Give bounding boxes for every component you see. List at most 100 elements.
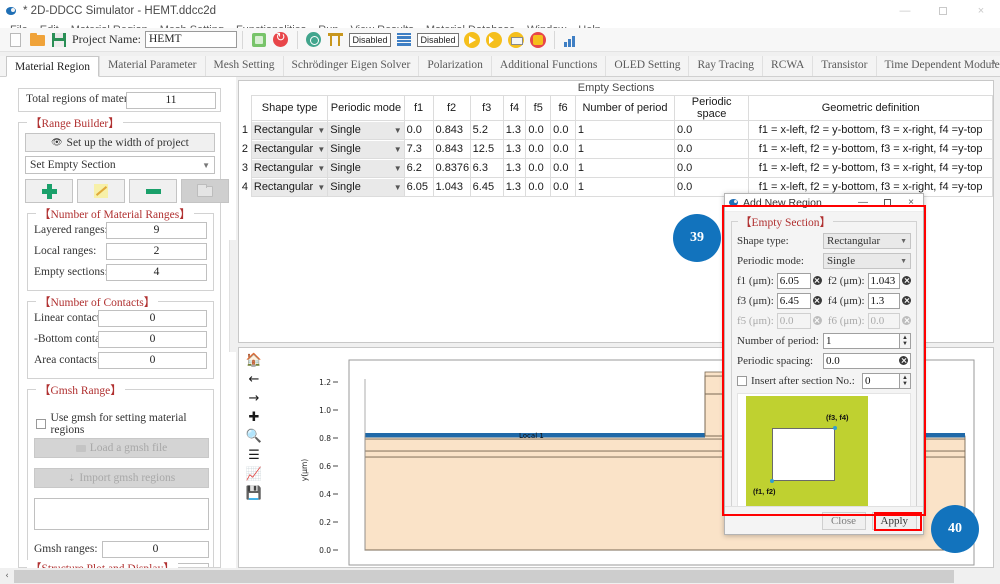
tab-material-parameter[interactable]: Material Parameter [99,56,204,76]
bottom-scrollbar[interactable]: ‹ [0,568,1000,584]
empty-sections-value[interactable]: 4 [106,264,207,281]
cell-shape-type[interactable]: Rectangular ▼ [250,120,329,140]
cell-f6[interactable]: 0.0 [550,120,576,140]
periodic-spacing-clear-icon[interactable] [899,356,908,365]
cell-f5[interactable]: 0.0 [525,158,552,178]
cell-number-of-period[interactable]: 1 [574,120,676,140]
remove-region-button[interactable] [129,179,177,203]
gmsh-file-list[interactable] [34,498,209,530]
import-gmsh-regions-button[interactable]: ⇣ Import gmsh regions [34,468,209,488]
add-region-button[interactable] [25,179,73,203]
cell-f2[interactable]: 0.843 [432,139,471,159]
scroll-track[interactable] [14,569,1000,583]
pan-icon[interactable]: ✚ [246,409,262,425]
cell-periodic-mode[interactable]: Single ▼ [327,158,405,178]
gmsh-ranges-value[interactable]: 0 [102,541,209,558]
table-row[interactable]: 1 Rectangular ▼ Single ▼ 0.0 0.843 5.2 1.3… [239,120,993,140]
cell-f1[interactable]: 0.0 [403,120,434,140]
local-ranges-value[interactable]: 2 [106,243,207,260]
cell-shape-type[interactable]: Rectangular ▼ [250,158,329,178]
project-name-input[interactable]: HEMT [144,31,237,48]
insert-after-spinner[interactable]: ▲ ▼ [900,372,911,389]
folder-region-button[interactable] [181,179,229,203]
tab-rcwa[interactable]: RCWA [762,56,812,76]
layered-ranges-value[interactable]: 9 [106,222,207,239]
cell-shape-type[interactable]: Rectangular ▼ [250,177,329,197]
maximize-button[interactable] [924,0,962,22]
cell-f4[interactable]: 1.3 [502,177,527,197]
bottom-contact-value[interactable]: 0 [98,331,207,348]
tab-schrodinger-eigen-solver[interactable]: Schrödinger Eigen Solver [282,56,419,76]
tab-oled-setting[interactable]: OLED Setting [605,56,688,76]
f1-clear-icon[interactable] [812,276,822,285]
edit-region-button[interactable] [77,179,125,203]
cell-number-of-period[interactable]: 1 [574,139,676,159]
tab-material-region[interactable]: Material Region [6,56,100,77]
cell-f5[interactable]: 0.0 [525,139,552,159]
close-button[interactable]: × [962,0,1000,22]
f2-input[interactable]: 1.043 [867,272,900,289]
cell-periodic-mode[interactable]: Single ▼ [327,177,405,197]
cell-f3[interactable]: 6.45 [469,177,504,197]
f3-clear-icon[interactable] [812,296,822,305]
zoom-icon[interactable]: 🔍 [246,428,262,444]
number-of-period-input[interactable]: 1 [823,332,900,349]
configure-subplots-icon[interactable]: ☰ [246,447,262,463]
apply-button[interactable]: Apply [871,511,917,530]
cell-periodic-mode[interactable]: Single ▼ [327,120,405,140]
save-figure-icon[interactable]: 💾 [246,485,262,501]
insert-after-checkbox[interactable] [737,375,747,386]
table-row[interactable]: 3 Rectangular ▼ Single ▼ 6.2 0.8376 6.3 1.… [239,158,993,178]
cell-f3[interactable]: 6.3 [469,158,504,178]
cell-f3[interactable]: 12.5 [469,139,504,159]
f2-clear-icon[interactable] [902,276,911,285]
load-gmsh-file-button[interactable]: Load a gmsh file [34,438,209,458]
right-scrollbar[interactable] [994,77,1000,568]
close-dialog-button[interactable]: Close [821,511,866,530]
cell-f3[interactable]: 5.2 [469,120,504,140]
tab-polarization[interactable]: Polarization [418,56,491,76]
refresh-icon[interactable] [272,30,290,49]
cell-f4[interactable]: 1.3 [502,158,527,178]
cell-f2[interactable]: 1.043 [432,177,471,197]
scroll-thumb[interactable] [14,569,954,583]
f4-input[interactable]: 1.3 [867,292,900,309]
section-type-combo[interactable]: Set Empty Section ▼ [25,156,215,174]
dialog-periodic-mode-combo[interactable]: Single ▼ [823,252,911,269]
home-icon[interactable]: 🏠 [246,352,262,368]
tab-additional-functions[interactable]: Additional Functions [490,56,605,76]
cell-periodic-space[interactable]: 0.0 [673,158,750,178]
number-of-period-spinner[interactable]: ▲ ▼ [900,332,911,349]
f4-clear-icon[interactable] [902,296,911,305]
tab-time-dependent-module[interactable]: Time Dependent Module [875,56,1000,76]
mesh-node-icon[interactable] [305,31,323,49]
cell-shape-type[interactable]: Rectangular ▼ [250,139,329,159]
tab-transistor[interactable]: Transistor [812,56,875,76]
comb-icon[interactable] [327,31,345,49]
cell-periodic-space[interactable]: 0.0 [673,120,750,140]
scroll-left-arrow-icon[interactable]: ‹ [0,568,14,584]
cell-f5[interactable]: 0.0 [525,120,552,140]
tab-ray-tracing[interactable]: Ray Tracing [688,56,762,76]
f1-input[interactable]: 6.05 [776,272,811,289]
insert-after-input[interactable]: 0 [862,372,900,389]
cell-f1[interactable]: 7.3 [403,139,434,159]
tab-mesh-setting[interactable]: Mesh Setting [204,56,283,76]
cell-f6[interactable]: 0.0 [550,139,576,159]
use-gmsh-checkbox-row[interactable]: Use gmsh for setting material regions [36,412,213,436]
cell-periodic-mode[interactable]: Single ▼ [327,139,405,159]
cell-number-of-period[interactable]: 1 [574,177,676,197]
tab-scroll-indicator[interactable]: ▲ [989,58,998,66]
cell-number-of-period[interactable]: 1 [574,158,676,178]
f3-input[interactable]: 6.45 [776,292,811,309]
print-icon[interactable] [507,31,525,49]
fast-forward-icon[interactable] [485,31,503,49]
minimize-button[interactable]: — [886,0,924,22]
use-gmsh-checkbox[interactable] [36,419,46,429]
linear-contact-value[interactable]: 0 [98,310,207,327]
save-icon[interactable] [50,31,68,49]
cell-f5[interactable]: 0.0 [525,177,552,197]
new-document-icon[interactable] [6,31,24,49]
play-icon[interactable] [463,31,481,49]
edit-curves-icon[interactable]: 📈 [246,466,262,482]
